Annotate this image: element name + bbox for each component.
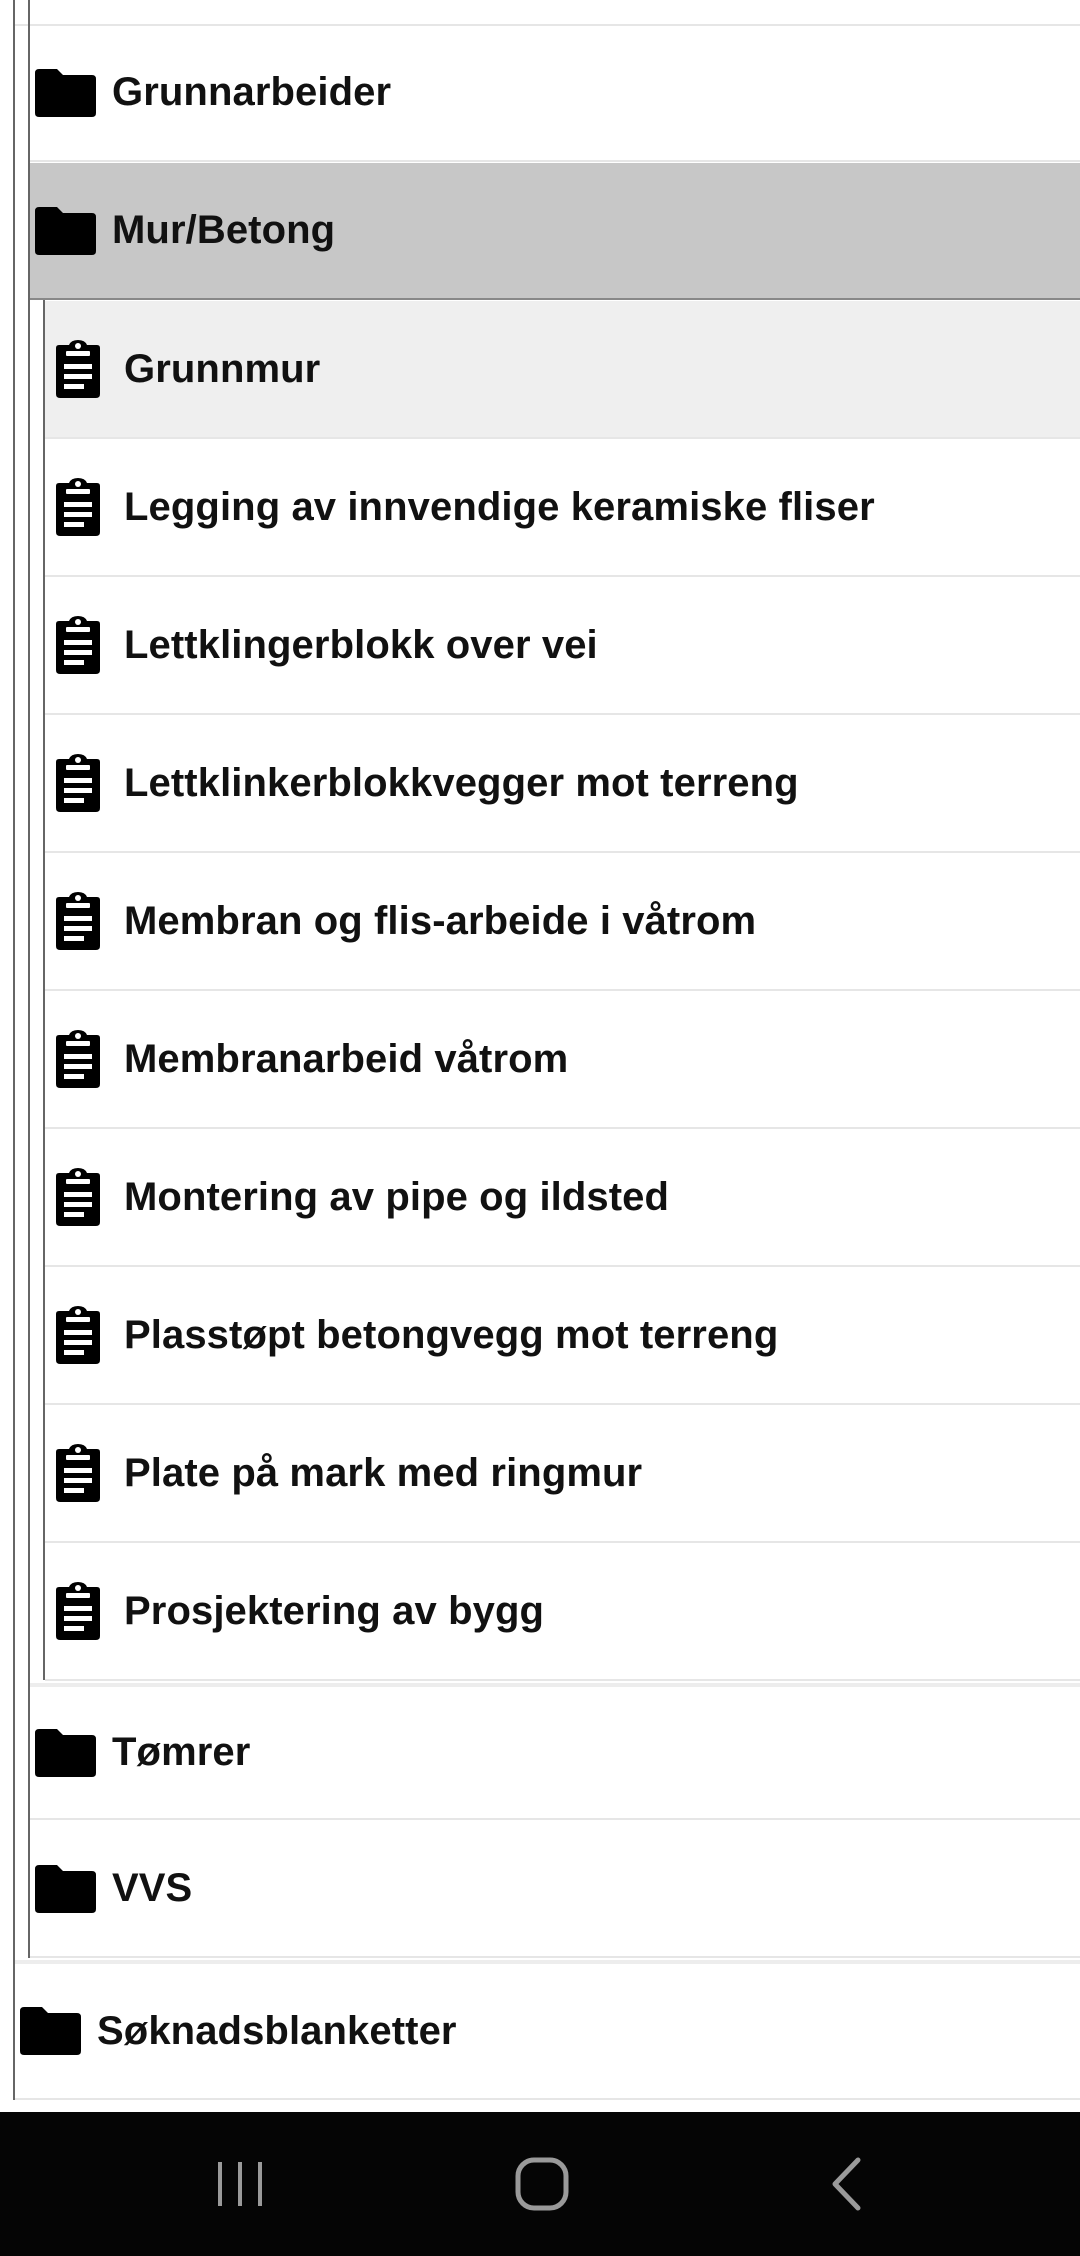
clipboard-icon <box>50 1168 106 1226</box>
document-label: Legging av innvendige keramiske fliser <box>124 484 875 529</box>
clipboard-icon <box>50 1582 106 1640</box>
tree-line-root <box>13 0 15 2100</box>
home-button[interactable] <box>452 2112 632 2256</box>
home-icon <box>515 2157 569 2211</box>
folder-icon <box>35 68 96 117</box>
document-label: Plate på mark med ringmur <box>124 1450 643 1495</box>
document-label: Prosjektering av bygg <box>124 1588 545 1633</box>
document-label: Grunnmur <box>124 346 321 391</box>
folder-label: Mur/Betong <box>112 208 336 252</box>
clipboard-icon <box>50 1030 106 1088</box>
folder-icon <box>35 1864 96 1913</box>
clipboard-icon <box>50 616 106 674</box>
document-row[interactable]: Plate på mark med ringmur <box>45 1405 1080 1543</box>
document-row[interactable]: Legging av innvendige keramiske fliser <box>45 439 1080 577</box>
folder-label: Grunnarbeider <box>112 70 392 114</box>
document-label: Membran og flis-arbeide i våtrom <box>124 898 757 943</box>
document-row[interactable]: Lettklingerblokk over vei <box>45 577 1080 715</box>
document-row[interactable]: Plasstøpt betongvegg mot terreng <box>45 1267 1080 1405</box>
folder-label: Søknadsblanketter <box>97 2008 457 2053</box>
partial-row-top <box>14 0 1080 26</box>
recent-apps-icon <box>218 2162 262 2206</box>
folder-row-vvs[interactable]: VVS <box>30 1821 1080 1958</box>
document-row[interactable]: Grunnmur <box>45 301 1080 439</box>
clipboard-icon <box>50 340 106 398</box>
document-label: Montering av pipe og ildsted <box>124 1174 670 1219</box>
clipboard-icon <box>50 892 106 950</box>
folder-row-grunnarbeider[interactable]: Grunnarbeider <box>30 25 1080 162</box>
folder-row-tomrer[interactable]: Tømrer <box>30 1683 1080 1820</box>
folder-icon <box>20 2007 81 2055</box>
document-row[interactable]: Lettklinkerblokkvegger mot terreng <box>45 715 1080 853</box>
folder-icon <box>35 206 96 255</box>
document-row[interactable]: Montering av pipe og ildsted <box>45 1129 1080 1267</box>
document-label: Lettklinkerblokkvegger mot terreng <box>124 760 799 805</box>
clipboard-icon <box>50 478 106 536</box>
folder-icon <box>35 1728 96 1777</box>
clipboard-icon <box>50 1306 106 1364</box>
back-icon <box>832 2157 861 2211</box>
document-label: Lettklingerblokk over vei <box>124 622 598 667</box>
document-label: Membranarbeid våtrom <box>124 1036 569 1081</box>
document-row[interactable]: Membranarbeid våtrom <box>45 991 1080 1129</box>
document-row[interactable]: Membran og flis-arbeide i våtrom <box>45 853 1080 991</box>
document-label: Plasstøpt betongvegg mot terreng <box>124 1312 779 1357</box>
back-button[interactable] <box>756 2112 936 2256</box>
document-row[interactable]: Prosjektering av bygg <box>45 1543 1080 1681</box>
folder-label: VVS <box>112 1866 193 1910</box>
folder-label: Tømrer <box>112 1730 251 1774</box>
folder-row-mur-betong[interactable]: Mur/Betong <box>30 163 1080 300</box>
recent-apps-button[interactable] <box>150 2112 330 2256</box>
system-navigation-bar <box>0 2112 1080 2256</box>
clipboard-icon <box>50 754 106 812</box>
clipboard-icon <box>50 1444 106 1502</box>
folder-row-soknadsblanketter[interactable]: Søknadsblanketter <box>15 1960 1080 2100</box>
